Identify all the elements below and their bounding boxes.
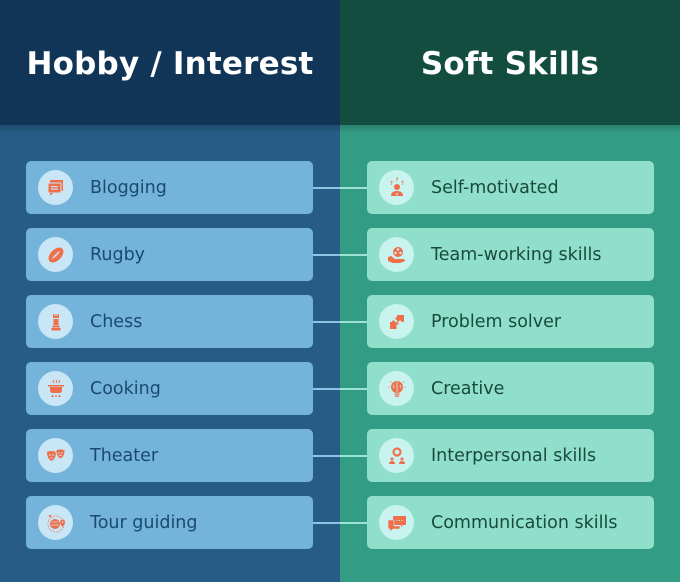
hobby-label: Chess bbox=[90, 311, 143, 332]
hobby-label: Rugby bbox=[90, 244, 146, 265]
connector-line bbox=[313, 388, 367, 390]
skill-item-creative: Creative bbox=[367, 362, 654, 415]
blog-icon bbox=[38, 170, 73, 205]
svg-text:?: ? bbox=[390, 181, 393, 187]
connector-line bbox=[313, 522, 367, 524]
team-hand-icon bbox=[379, 237, 414, 272]
hobby-item-tour-guiding: Tour guiding bbox=[26, 496, 313, 549]
hobby-label: Blogging bbox=[90, 177, 167, 198]
skill-label: Creative bbox=[431, 378, 505, 399]
hobby-item-chess: Chess bbox=[26, 295, 313, 348]
connector-line bbox=[313, 187, 367, 189]
hobby-item-blogging: Blogging bbox=[26, 161, 313, 214]
skill-item-interpersonal: Interpersonal skills bbox=[367, 429, 654, 482]
connector-line bbox=[313, 254, 367, 256]
person-question-icon: ??? bbox=[379, 170, 414, 205]
connector-line bbox=[313, 321, 367, 323]
skill-label: Interpersonal skills bbox=[431, 445, 597, 466]
hobby-column: Hobby / Interest Blogging Rugby Chess Co… bbox=[0, 0, 340, 582]
skill-item-self-motivated: ??? Self-motivated bbox=[367, 161, 654, 214]
hobby-item-rugby: Rugby bbox=[26, 228, 313, 281]
hobby-item-cooking: Cooking bbox=[26, 362, 313, 415]
puzzle-icon bbox=[379, 304, 414, 339]
soft-skills-header: Soft Skills bbox=[340, 0, 680, 133]
hobby-title: Hobby / Interest bbox=[26, 45, 314, 82]
hobby-header: Hobby / Interest bbox=[0, 0, 340, 133]
chat-bubbles-icon bbox=[379, 505, 414, 540]
skill-item-team-working: Team-working skills bbox=[367, 228, 654, 281]
cooking-pot-icon bbox=[38, 371, 73, 406]
skill-label: Self-motivated bbox=[431, 177, 559, 198]
rugby-ball-icon bbox=[38, 237, 73, 272]
chess-rook-icon bbox=[38, 304, 73, 339]
skill-item-communication: Communication skills bbox=[367, 496, 654, 549]
soft-skills-title: Soft Skills bbox=[420, 45, 600, 82]
hobby-label: Theater bbox=[90, 445, 159, 466]
theater-masks-icon bbox=[38, 438, 73, 473]
svg-text:?: ? bbox=[401, 181, 404, 187]
hobby-label: Tour guiding bbox=[90, 512, 198, 533]
soft-skills-column: Soft Skills ??? Self-motivated Team-work… bbox=[340, 0, 680, 582]
brain-bulb-icon bbox=[379, 371, 414, 406]
hobby-item-theater: Theater bbox=[26, 429, 313, 482]
svg-text:?: ? bbox=[395, 177, 398, 183]
skill-label: Communication skills bbox=[431, 512, 618, 533]
people-network-icon bbox=[379, 438, 414, 473]
skill-label: Problem solver bbox=[431, 311, 562, 332]
skill-item-problem-solver: Problem solver bbox=[367, 295, 654, 348]
hobby-label: Cooking bbox=[90, 378, 161, 399]
connector-line bbox=[313, 455, 367, 457]
skill-label: Team-working skills bbox=[431, 244, 602, 265]
globe-pin-icon bbox=[38, 505, 73, 540]
